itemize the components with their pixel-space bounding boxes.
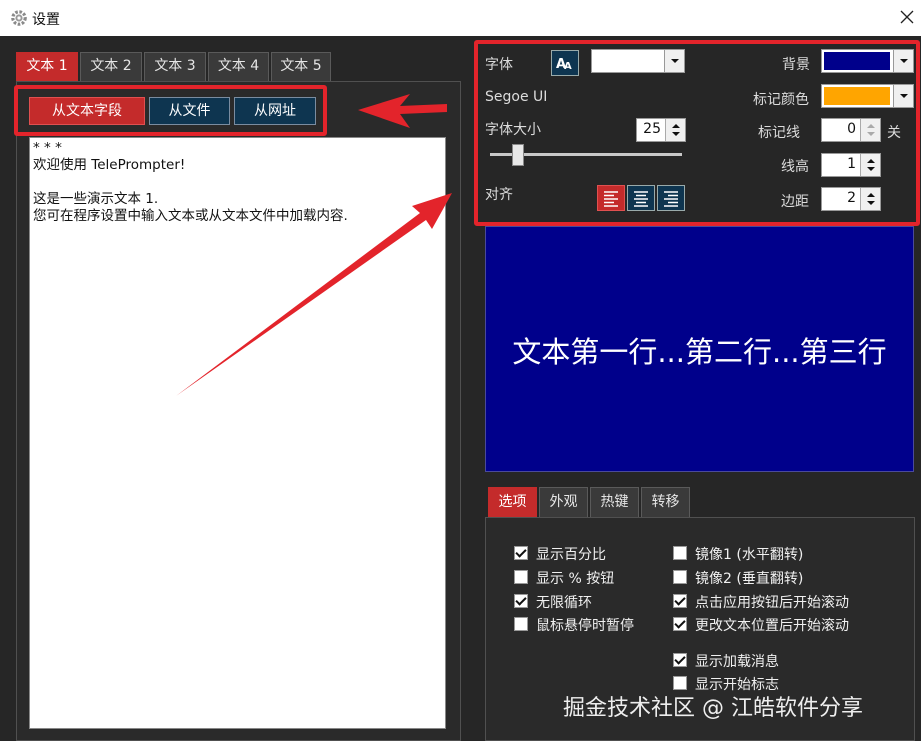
annotation-arrow-left xyxy=(358,94,447,128)
annotation-arrow-diagonal xyxy=(176,193,452,396)
annotation-arrows xyxy=(176,94,452,396)
